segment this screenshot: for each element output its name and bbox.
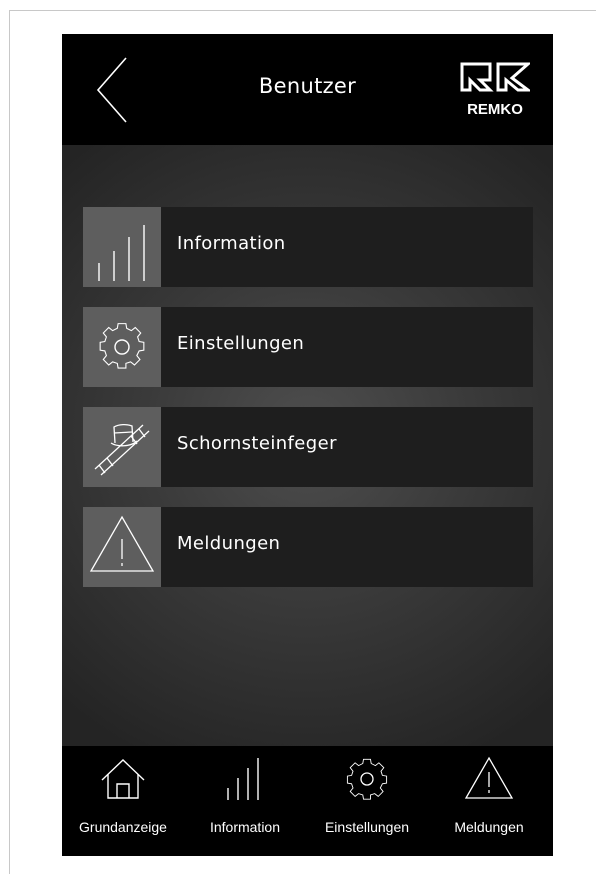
page-border-top <box>9 10 596 11</box>
device-screen: Benutzer REMKO Information Einstellungen… <box>62 34 553 856</box>
nav-label: Einstellungen <box>324 819 410 835</box>
gear-icon <box>346 758 388 800</box>
nav-label: Information <box>209 819 281 835</box>
nav-item-meldungen[interactable]: Meldungen <box>428 746 550 856</box>
nav-item-einstellungen[interactable]: Einstellungen <box>306 746 428 856</box>
home-icon <box>101 759 145 799</box>
remko-logo: REMKO <box>460 60 533 120</box>
menu-item-meldungen[interactable]: Meldungen <box>83 507 533 587</box>
svg-text:REMKO: REMKO <box>467 101 523 118</box>
bar-chart-icon <box>83 207 161 287</box>
nav-item-grundanzeige[interactable]: Grundanzeige <box>62 746 184 856</box>
menu-item-label: Information <box>177 233 286 254</box>
bar-chart-icon <box>227 758 259 800</box>
nav-label: Meldungen <box>454 819 524 835</box>
content-area: Information Einstellungen Schornsteinfeg… <box>62 145 553 746</box>
header-bar: Benutzer REMKO <box>62 34 553 145</box>
nav-item-information[interactable]: Information <box>184 746 306 856</box>
bottom-nav: Grundanzeige Information Einstellungen M… <box>62 746 553 856</box>
menu-item-label: Meldungen <box>177 533 281 554</box>
warning-icon <box>464 756 514 799</box>
menu-item-label: Einstellungen <box>177 333 305 354</box>
menu-item-schornsteinfeger[interactable]: Schornsteinfeger <box>83 407 533 487</box>
chimney-sweep-icon <box>83 407 161 487</box>
menu-item-information[interactable]: Information <box>83 207 533 287</box>
warning-icon <box>83 507 161 587</box>
menu-item-label: Schornsteinfeger <box>177 433 337 454</box>
page-border-left <box>9 10 10 874</box>
menu-item-einstellungen[interactable]: Einstellungen <box>83 307 533 387</box>
nav-label: Grundanzeige <box>79 819 167 835</box>
gear-icon <box>83 307 161 387</box>
